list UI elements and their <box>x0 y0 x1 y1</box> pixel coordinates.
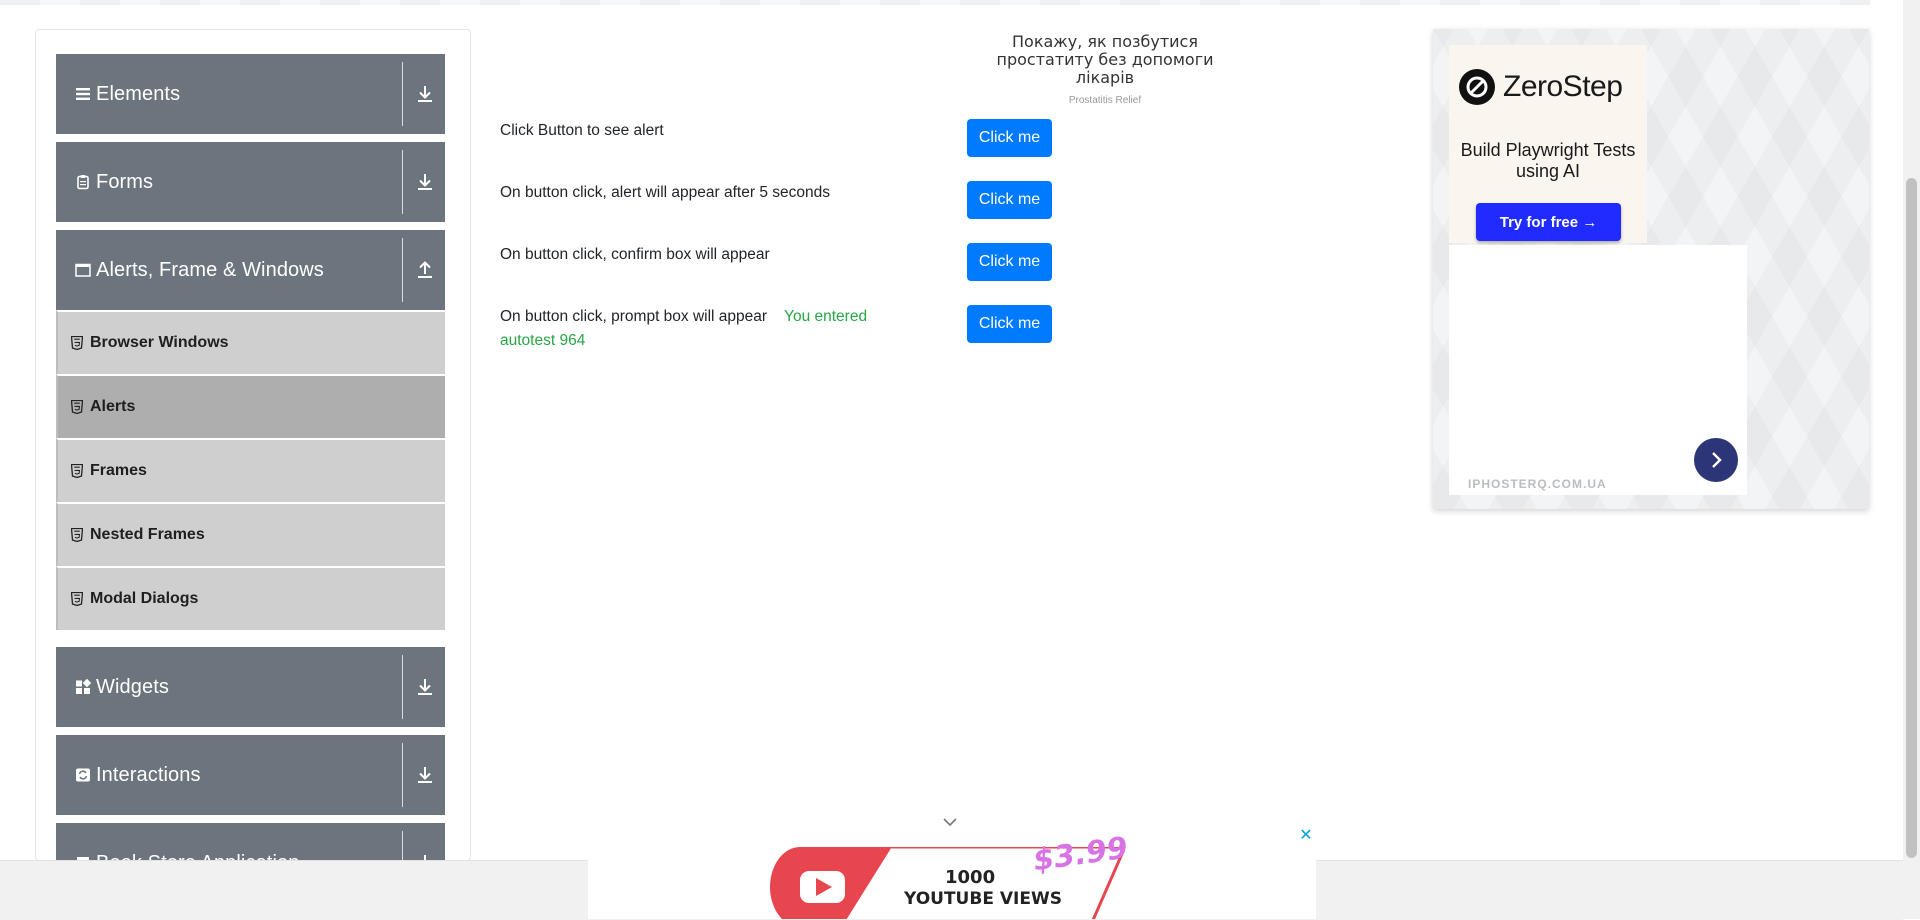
hamburger-icon <box>74 85 92 103</box>
submenu-alerts-frame-windows: Browser Windows Alerts Frames Nested Fra… <box>56 310 445 630</box>
zerostep-card[interactable]: ZeroStep Build Playwright Tests using AI… <box>1449 45 1647 243</box>
menu-item-frames[interactable]: Frames <box>56 438 445 502</box>
alert-button[interactable]: Click me <box>967 119 1052 157</box>
clipboard-icon <box>74 173 92 191</box>
ad-next-button[interactable] <box>1694 438 1738 482</box>
window-icon <box>74 261 92 279</box>
group-title: Interactions <box>96 763 201 786</box>
divider <box>402 655 403 719</box>
html5-icon <box>70 336 84 350</box>
ad-domain: IPHOSTERQ.COM.UA <box>1468 477 1607 491</box>
divider <box>402 238 403 302</box>
download-arrow-icon[interactable] <box>414 676 436 698</box>
group-header-alerts-frame-windows[interactable]: Alerts, Frame & Windows <box>56 230 445 310</box>
menu-item-label: Nested Frames <box>90 526 205 543</box>
group-title: Elements <box>96 82 181 105</box>
bottom-ad[interactable]: 1000 YOUTUBE VIEWS $3.99 <box>588 827 1316 919</box>
download-arrow-icon[interactable] <box>414 764 436 786</box>
upload-arrow-icon[interactable] <box>414 259 436 281</box>
scrollbar-thumb[interactable] <box>1906 178 1917 858</box>
download-arrow-icon[interactable] <box>414 83 436 105</box>
row-label-alert: Click Button to see alert <box>500 122 664 139</box>
menu-item-modal-dialogs[interactable]: Modal Dialogs <box>56 566 445 630</box>
group-title: Widgets <box>96 675 169 698</box>
group-alerts-frame-windows: Alerts, Frame & Windows Browser Windows … <box>56 230 445 630</box>
timer-alert-button[interactable]: Click me <box>967 181 1052 219</box>
row-label-prompt: On button click, prompt box will appear … <box>500 305 900 353</box>
try-for-free-button[interactable]: Try for free → <box>1476 203 1621 241</box>
zerostep-tagline: Build Playwright Tests using AI <box>1460 140 1636 181</box>
widgets-icon <box>74 678 92 696</box>
group-widgets: Widgets <box>56 647 445 727</box>
divider <box>402 831 403 860</box>
top-ad-strip <box>0 0 1870 5</box>
prompt-button[interactable]: Click me <box>967 305 1052 343</box>
download-arrow-icon[interactable] <box>414 171 436 193</box>
chevron-right-icon <box>1712 452 1722 468</box>
menu-item-browser-windows[interactable]: Browser Windows <box>56 310 445 374</box>
bottom-ad-line1: 1000 <box>945 867 996 888</box>
row-label-timer-alert: On button click, alert will appear after… <box>500 184 830 201</box>
left-panel: Elements Forms Alerts, Frame & Windows B… <box>35 29 471 861</box>
interactions-icon <box>74 766 92 784</box>
confirm-button[interactable]: Click me <box>967 243 1052 281</box>
bottom-ad-line2: YOUTUBE VIEWS <box>904 889 1062 909</box>
zerostep-logo: ZeroStep <box>1459 69 1623 105</box>
group-interactions: Interactions <box>56 735 445 815</box>
top-ad-text[interactable]: Покажу, як позбутися простатиту без допо… <box>985 33 1225 87</box>
html5-icon <box>70 528 84 542</box>
group-title: Alerts, Frame & Windows <box>96 258 324 281</box>
html5-icon <box>70 400 84 414</box>
right-ad[interactable]: ZeroStep Build Playwright Tests using AI… <box>1433 29 1869 509</box>
menu-item-label: Frames <box>90 462 147 479</box>
zerostep-brand: ZeroStep <box>1503 70 1623 103</box>
group-header-forms[interactable]: Forms <box>56 142 445 222</box>
divider <box>402 62 403 126</box>
menu-item-nested-frames[interactable]: Nested Frames <box>56 502 445 566</box>
group-title: Forms <box>96 170 154 193</box>
menu-item-label: Modal Dialogs <box>90 590 199 607</box>
group-header-book-store[interactable]: Book Store Application <box>56 823 445 860</box>
group-header-elements[interactable]: Elements <box>56 54 445 134</box>
menu-item-alerts[interactable]: Alerts <box>56 374 445 438</box>
group-forms: Forms <box>56 142 445 222</box>
group-header-interactions[interactable]: Interactions <box>56 735 445 815</box>
prompt-label-text: On button click, prompt box will appear <box>500 308 768 325</box>
menu-item-label: Alerts <box>90 398 136 415</box>
html5-icon <box>70 592 84 606</box>
row-label-confirm: On button click, confirm box will appear <box>500 246 770 263</box>
group-book-store: Book Store Application <box>56 823 445 860</box>
divider <box>402 743 403 807</box>
close-icon[interactable]: ✕ <box>1298 828 1314 844</box>
menu-item-label: Browser Windows <box>90 334 229 351</box>
zerostep-logo-icon <box>1459 69 1495 105</box>
divider <box>402 150 403 214</box>
group-header-widgets[interactable]: Widgets <box>56 647 445 727</box>
html5-icon <box>70 464 84 478</box>
top-ad-source[interactable]: Prostatitis Relief <box>1005 95 1205 106</box>
group-elements: Elements <box>56 54 445 134</box>
